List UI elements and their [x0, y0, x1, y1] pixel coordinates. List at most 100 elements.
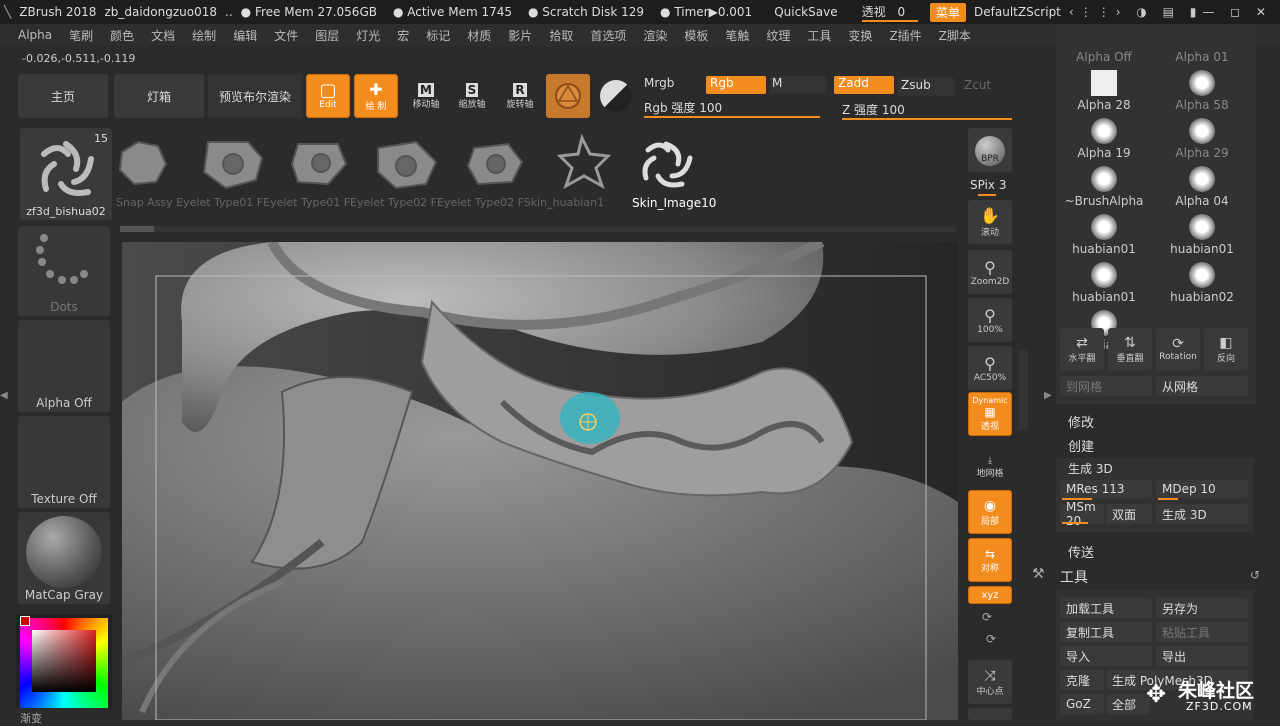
- color-toggle-icon[interactable]: [600, 80, 632, 112]
- menu-item[interactable]: 灯光: [356, 27, 380, 44]
- rotate-z-icon[interactable]: ⟳: [986, 632, 996, 646]
- menu-item[interactable]: 绘制: [192, 27, 216, 44]
- material-swatch-button[interactable]: [546, 74, 590, 118]
- load-tool-button[interactable]: 加载工具: [1060, 598, 1152, 618]
- make3d-button[interactable]: 生成 3D: [1156, 504, 1248, 524]
- from-grid-button[interactable]: 从网格: [1156, 376, 1248, 396]
- perspective-button[interactable]: Dynamic ▦ 透视: [968, 392, 1012, 436]
- symmetry-button[interactable]: ⇆ 对称: [968, 538, 1012, 582]
- edit-button[interactable]: ▢ Edit: [306, 74, 350, 118]
- msm-slider[interactable]: MSm 20: [1060, 500, 1104, 528]
- clone-button[interactable]: 克隆: [1060, 670, 1104, 690]
- menu-item[interactable]: Z插件: [889, 27, 921, 44]
- menu-item[interactable]: 拾取: [549, 27, 573, 44]
- mrgb-button[interactable]: Mrgb: [644, 76, 706, 94]
- alpha-item[interactable]: Alpha 28: [1058, 66, 1150, 112]
- alpha-item[interactable]: huabian02: [1156, 258, 1248, 304]
- lightbox-button[interactable]: 灯箱: [114, 74, 204, 118]
- quicksave-button[interactable]: QuickSave: [774, 5, 837, 19]
- rotation-button[interactable]: ⟳ Rotation: [1156, 328, 1200, 370]
- alpha-item[interactable]: Alpha 04: [1156, 162, 1248, 208]
- flip-h-button[interactable]: ⇄ 水平翻: [1060, 328, 1104, 370]
- menu-item[interactable]: 变换: [848, 27, 872, 44]
- alpha-item[interactable]: huabian01: [1156, 210, 1248, 256]
- menu-item[interactable]: 图层: [315, 27, 339, 44]
- floor-button[interactable]: ⤓ 地网格: [968, 450, 1012, 484]
- menu-item[interactable]: 文档: [151, 27, 175, 44]
- goz-button[interactable]: GoZ: [1060, 694, 1104, 714]
- create-section[interactable]: 创建: [1068, 436, 1094, 455]
- alpha-button[interactable]: Alpha Off: [18, 320, 110, 412]
- menu-button[interactable]: 菜单: [930, 2, 967, 22]
- xyz-button[interactable]: xyz: [968, 586, 1012, 604]
- alpha-item[interactable]: Alpha 19: [1058, 114, 1150, 160]
- alpha-item[interactable]: Alpha Off: [1058, 18, 1150, 64]
- menu-item[interactable]: 笔触: [725, 27, 749, 44]
- zadd-button[interactable]: Zadd: [834, 76, 894, 94]
- flip-v-button[interactable]: ⇅ 垂直翻: [1108, 328, 1152, 370]
- make3d-title[interactable]: 生成 3D: [1068, 460, 1113, 477]
- bpr-button[interactable]: BPR: [968, 128, 1012, 172]
- canvas-viewport[interactable]: [122, 242, 958, 720]
- home-button[interactable]: 主页: [18, 74, 108, 118]
- menu-item[interactable]: 模板: [684, 27, 708, 44]
- import-button[interactable]: 导入: [1060, 646, 1152, 666]
- menu-item[interactable]: 材质: [467, 27, 491, 44]
- spix-slider[interactable]: SPix 3: [970, 178, 1006, 192]
- menu-item[interactable]: 首选项: [590, 27, 626, 44]
- all-button[interactable]: 全部: [1106, 694, 1150, 714]
- double-sided-button[interactable]: 双面: [1106, 504, 1152, 524]
- copy-tool-button[interactable]: 复制工具: [1060, 622, 1152, 642]
- mres-slider[interactable]: MRes 113: [1060, 480, 1152, 498]
- rgb-intensity-slider[interactable]: Rgb 强度 100: [644, 99, 824, 117]
- alpha-item[interactable]: huabian01: [1058, 258, 1150, 304]
- draw-button[interactable]: ✚ 绘 制: [354, 74, 398, 118]
- menu-item[interactable]: 渲染: [643, 27, 667, 44]
- stroke-button[interactable]: Dots: [18, 226, 110, 316]
- save-as-button[interactable]: 另存为: [1156, 598, 1248, 618]
- next-tool-button[interactable]: [968, 708, 1012, 720]
- menu-item[interactable]: 纹理: [766, 27, 790, 44]
- menu-item[interactable]: Alpha: [18, 28, 52, 42]
- center-button[interactable]: ⤨ 中心点: [968, 660, 1012, 704]
- current-brush-button[interactable]: 15 zf3d_bishua02: [20, 128, 112, 220]
- z-intensity-slider[interactable]: Z 强度 100: [842, 101, 1012, 119]
- scroll-button[interactable]: ✋ 滚动: [968, 200, 1012, 244]
- paste-tool-button[interactable]: 粘贴工具: [1156, 622, 1248, 642]
- menu-item[interactable]: Z脚本: [939, 27, 971, 44]
- invert-button[interactable]: ◧ 反向: [1204, 328, 1248, 370]
- modify-section[interactable]: 修改: [1068, 412, 1094, 431]
- move-button[interactable]: M 移动轴: [404, 74, 448, 118]
- window-controls[interactable]: ‹⋮⋮› ◑ ▤ ▮— ◻ ✕: [1069, 5, 1272, 19]
- right-scrollbar[interactable]: [1018, 350, 1028, 430]
- alpha-item[interactable]: huabian01: [1058, 210, 1150, 256]
- menu-item[interactable]: 影片: [508, 27, 532, 44]
- ac50-button[interactable]: ⚲ AC50%: [968, 346, 1012, 390]
- to-grid-button[interactable]: 到网格: [1060, 376, 1152, 396]
- zcut-button[interactable]: Zcut: [964, 78, 1004, 96]
- color-square[interactable]: [32, 630, 96, 692]
- menu-item[interactable]: 编辑: [233, 27, 257, 44]
- rotate-y-icon[interactable]: ⟳: [982, 610, 992, 624]
- m-button[interactable]: M: [770, 76, 826, 94]
- rgb-button[interactable]: Rgb: [706, 76, 766, 94]
- transfer-section[interactable]: 传送: [1068, 542, 1094, 561]
- scale-button[interactable]: S 缩放轴: [450, 74, 494, 118]
- alpha-item[interactable]: Alpha 29: [1156, 114, 1248, 160]
- texture-button[interactable]: Texture Off: [18, 416, 110, 508]
- main-color-swatch[interactable]: [20, 616, 30, 626]
- zsub-button[interactable]: Zsub: [898, 78, 954, 96]
- zoom2d-button[interactable]: ⚲ Zoom2D: [968, 250, 1012, 294]
- material-button[interactable]: MatCap Gray: [18, 512, 110, 604]
- rotate-button[interactable]: R 旋转轴: [498, 74, 542, 118]
- mdep-slider[interactable]: MDep 10: [1156, 480, 1248, 498]
- left-tray-toggle-icon[interactable]: ◀: [0, 390, 8, 420]
- menu-item[interactable]: 笔刷: [69, 27, 93, 44]
- menu-item[interactable]: 宏: [397, 27, 409, 44]
- menu-item[interactable]: 工具: [807, 27, 831, 44]
- alpha-item[interactable]: Alpha 58: [1156, 66, 1248, 112]
- zoom-100-button[interactable]: ⚲ 100%: [968, 298, 1012, 342]
- perspective-slider[interactable]: 透视 0: [861, 3, 918, 22]
- right-tray-toggle-icon[interactable]: ▶: [1044, 390, 1054, 420]
- reset-icon[interactable]: ↺: [1250, 568, 1260, 582]
